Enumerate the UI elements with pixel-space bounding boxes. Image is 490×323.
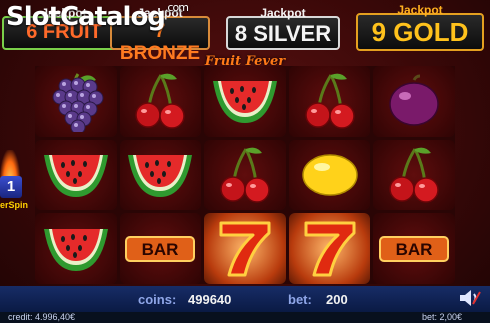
reel-cell (204, 139, 286, 211)
reel-cell (119, 66, 202, 137)
reel-cell (288, 66, 371, 137)
grapes-icon (52, 73, 104, 133)
watermelon-icon (43, 154, 108, 197)
plum-icon (389, 74, 439, 127)
reel-cell (35, 66, 117, 137)
watermelon-icon (212, 81, 277, 124)
footer-credit: credit: 4.996,40€ (8, 312, 76, 322)
footer-bet: bet: 2,00€ (422, 312, 463, 322)
reel-grid[interactable]: BAR BAR (35, 66, 455, 284)
reel-cell (288, 139, 371, 211)
lemon-icon (301, 154, 358, 196)
bar-icon: BAR (379, 235, 450, 262)
reel-cell (119, 139, 202, 211)
reel-cell (35, 213, 117, 284)
cherries-icon (304, 73, 355, 130)
coins-value: 499640 (188, 292, 232, 307)
jackpot-title: Jackpot (260, 6, 306, 20)
bar-icon: BAR (125, 235, 196, 262)
reel-cell: BAR (373, 213, 455, 284)
watermark-brand-b: Catalog (59, 2, 166, 32)
status-bar (0, 286, 490, 312)
coins-label: coins: (138, 292, 177, 307)
watermelon-icon (128, 154, 193, 197)
reel-cell (373, 66, 455, 137)
jackpot-value: 9 GOLD (371, 17, 469, 47)
watermark-brand-a: Slot (6, 2, 61, 32)
reel-cell (288, 213, 371, 284)
reel-cell (373, 139, 455, 211)
svg-text:BAR: BAR (142, 240, 179, 259)
cherries-icon (135, 73, 186, 130)
jackpot-gold: Jackpot 9 GOLD (356, 3, 484, 51)
jackpot-value: 8 SILVER (234, 21, 332, 46)
reel-cell (35, 139, 117, 211)
watermelon-icon (43, 228, 108, 271)
cherries-icon (389, 147, 439, 203)
reel-cell (204, 213, 286, 284)
reel-cell (204, 66, 286, 137)
speaker-icon[interactable] (458, 288, 482, 308)
side-counter: 1 (0, 176, 22, 198)
side-label: erSpin (0, 200, 29, 210)
watermark-suffix: .com (164, 1, 189, 15)
jackpot-title: Jackpot (397, 3, 443, 17)
svg-text:BAR: BAR (396, 240, 433, 259)
watermark: SlotCatalog.com (6, 1, 189, 32)
bet-value: 200 (326, 292, 348, 307)
cherries-icon (220, 147, 270, 203)
jackpot-silver: Jackpot 8 SILVER (226, 6, 340, 50)
bet-label: bet: (288, 292, 312, 307)
seven-icon (304, 221, 356, 277)
seven-icon (219, 221, 271, 277)
reel-cell: BAR (119, 213, 202, 284)
